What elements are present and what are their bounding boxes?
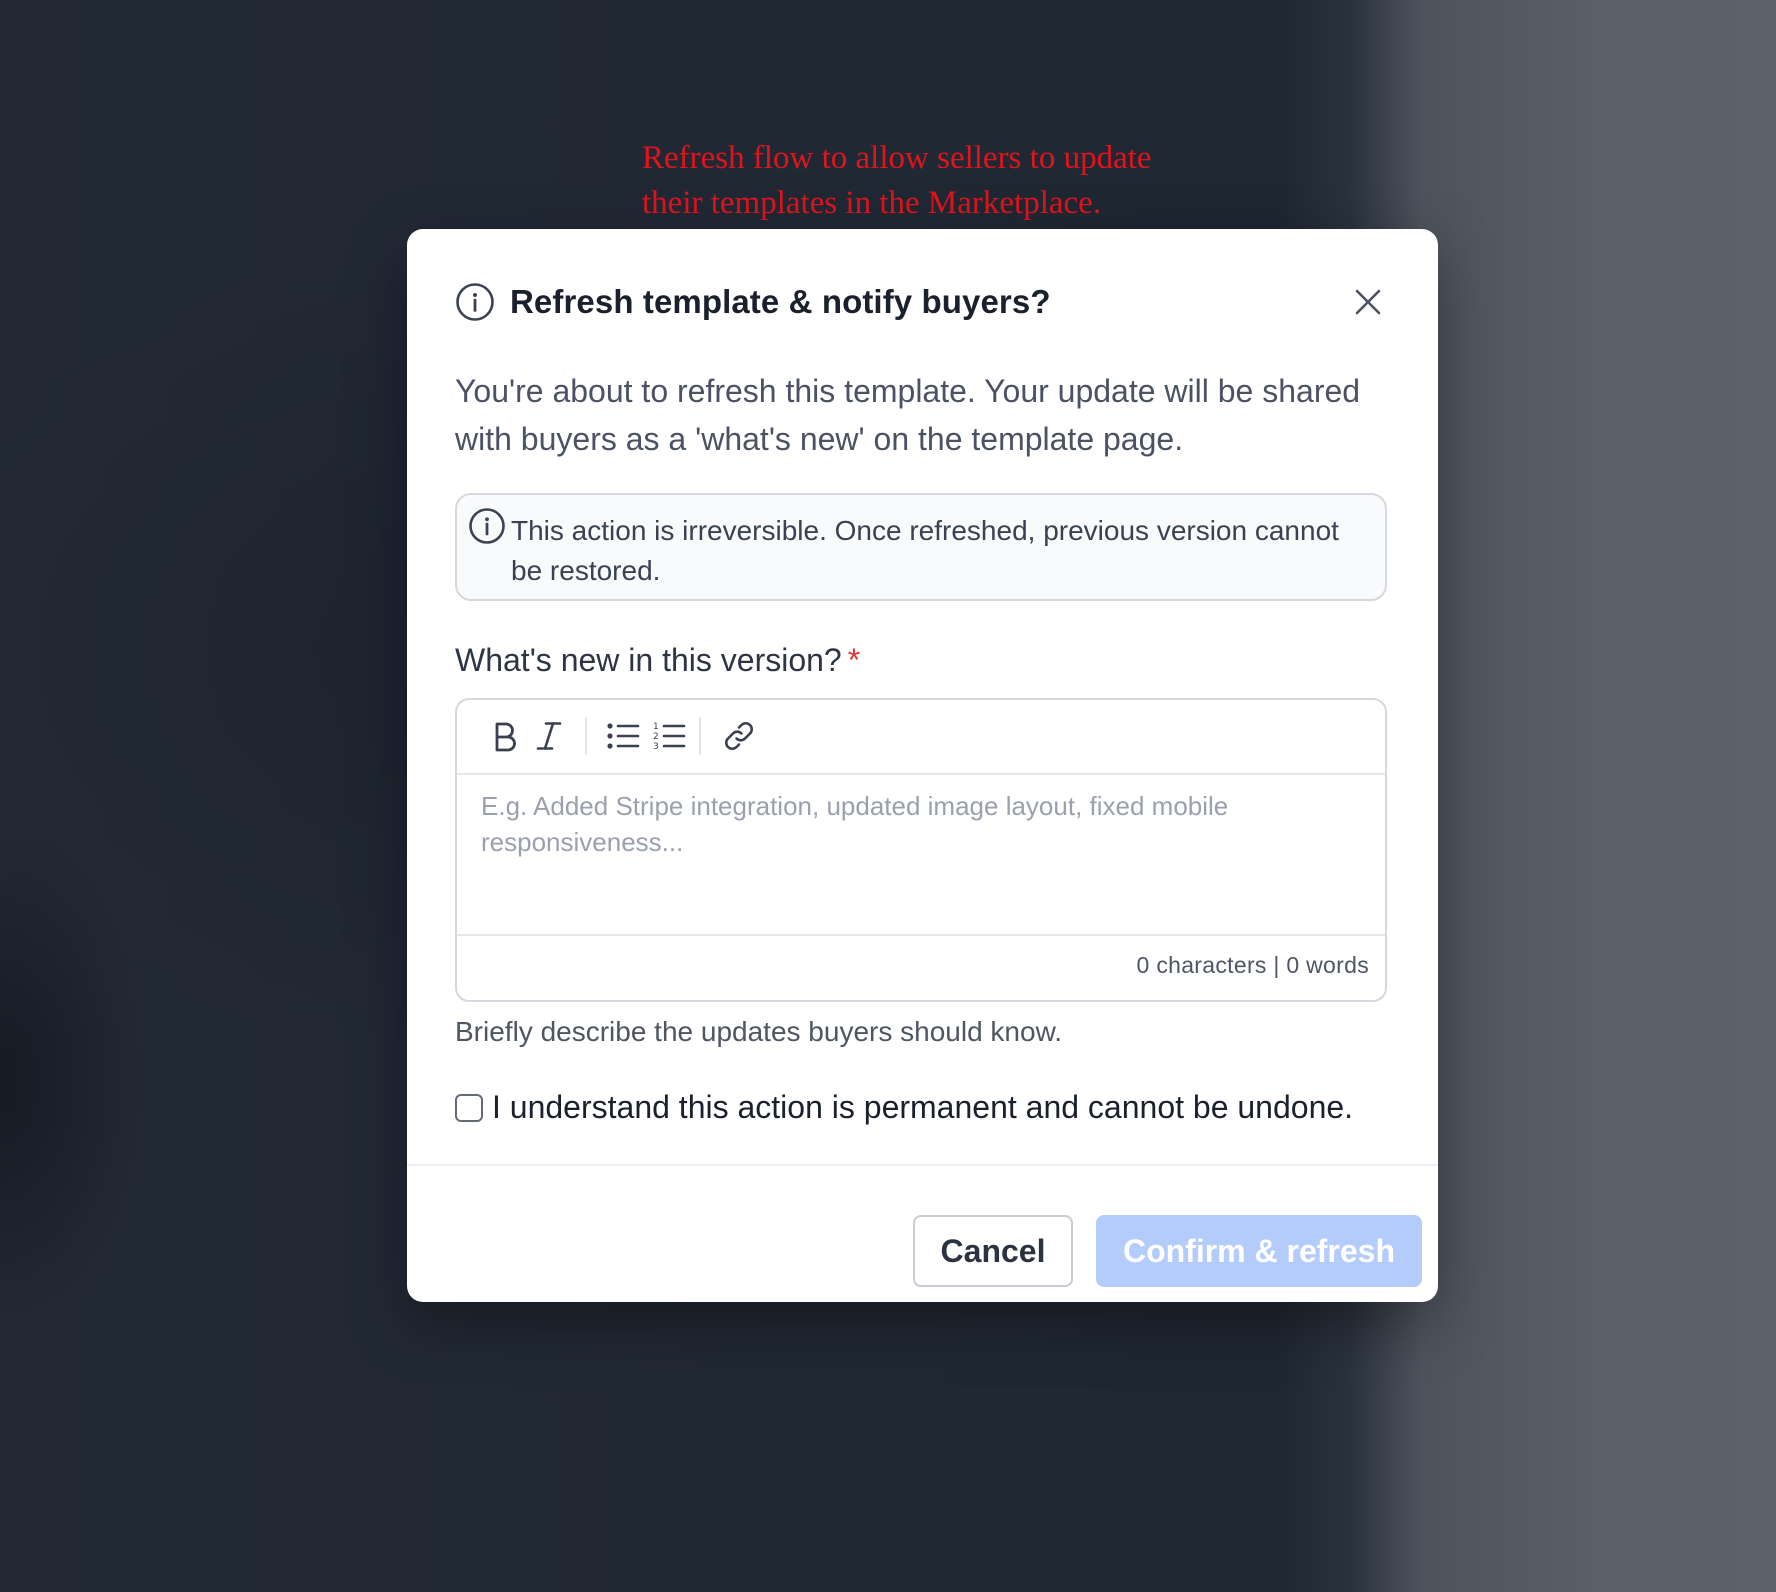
annotation-line: Refresh flow to allow sellers to update: [642, 140, 1152, 176]
dialog-title: Refresh template & notify buyers?: [510, 283, 1051, 320]
annotation-line: their templates in the Marketplace.: [642, 185, 1102, 221]
svg-text:1: 1: [653, 722, 659, 732]
confirmation-row: I understand this action is permanent an…: [455, 1089, 1353, 1126]
confirm-refresh-button[interactable]: Confirm & refresh: [1096, 1215, 1422, 1287]
warning-text: This action is irreversible. Once refres…: [511, 515, 1339, 586]
character-word-count: 0 characters | 0 words: [1136, 952, 1369, 978]
rich-text-editor: 1 2 3 E.g. Added Stripe integration, upd…: [455, 698, 1387, 1002]
toolbar-divider: [699, 717, 701, 755]
close-icon: [1354, 288, 1382, 316]
editor-toolbar: 1 2 3: [457, 700, 1385, 775]
link-icon: [722, 719, 756, 753]
bold-button[interactable]: [487, 718, 523, 754]
refresh-template-dialog: Refresh template & notify buyers? You're…: [407, 229, 1438, 1302]
irreversible-warning: This action is irreversible. Once refres…: [455, 493, 1387, 601]
bullet-list-icon: [606, 721, 640, 751]
close-button[interactable]: [1346, 280, 1390, 324]
svg-text:3: 3: [653, 742, 659, 751]
italic-icon: [534, 720, 564, 752]
info-icon: [468, 507, 506, 545]
numbered-list-icon: 1 2 3: [652, 721, 686, 751]
required-marker: *: [847, 642, 861, 678]
whats-new-label: What's new in this version? *: [455, 642, 860, 679]
dialog-header: Refresh template & notify buyers?: [455, 277, 1390, 327]
understand-checkbox[interactable]: [455, 1093, 483, 1122]
footer-divider: [407, 1164, 1438, 1166]
italic-button[interactable]: [531, 718, 567, 754]
checkbox-label[interactable]: I understand this action is permanent an…: [492, 1089, 1353, 1126]
bullet-list-button[interactable]: [605, 718, 641, 754]
cancel-button[interactable]: Cancel: [913, 1215, 1073, 1287]
annotation-note: Refresh flow to allow sellers to update …: [642, 136, 1202, 226]
bold-icon: [490, 720, 520, 752]
numbered-list-button[interactable]: 1 2 3: [651, 718, 687, 754]
whats-new-input[interactable]: E.g. Added Stripe integration, updated i…: [481, 788, 1341, 918]
dialog-description: You're about to refresh this template. Y…: [455, 373, 1361, 457]
svg-text:2: 2: [653, 732, 659, 742]
toolbar-divider: [585, 717, 587, 755]
field-helper-text: Briefly describe the updates buyers shou…: [455, 1016, 1063, 1047]
editor-footer: 0 characters | 0 words: [457, 934, 1385, 1000]
info-icon: [455, 282, 495, 322]
link-button[interactable]: [721, 718, 757, 754]
field-label-text: What's new in this version?: [455, 642, 842, 678]
